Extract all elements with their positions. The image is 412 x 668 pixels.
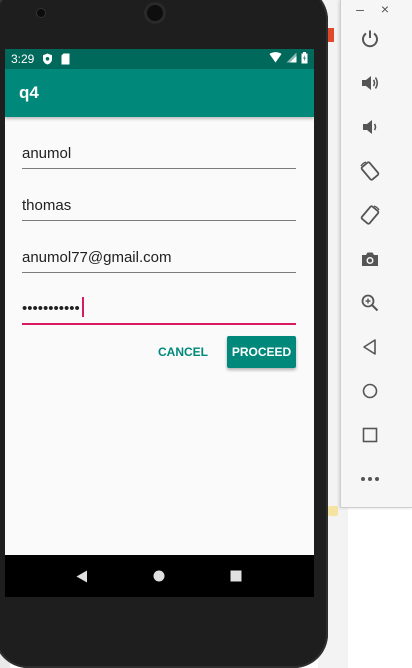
registration-form: anumol thomas anumol77@gmail.com •••••••… <box>5 117 314 325</box>
earpiece-speaker <box>144 2 166 24</box>
last-name-field[interactable]: thomas <box>22 169 296 221</box>
front-sensor <box>37 9 45 17</box>
power-icon[interactable] <box>356 25 384 53</box>
recents-icon[interactable] <box>224 555 248 597</box>
wifi-icon <box>269 52 282 66</box>
volume-down-icon[interactable] <box>356 113 384 141</box>
proceed-button[interactable]: PROCEED <box>227 336 296 368</box>
password-dots: ••••••••••• <box>22 300 80 317</box>
signal-icon <box>286 52 297 66</box>
form-actions: CANCEL PROCEED <box>5 336 314 368</box>
status-bar: 3:29 <box>5 49 314 69</box>
rotate-left-icon[interactable] <box>356 157 384 185</box>
shield-icon <box>42 53 53 65</box>
email-value: anumol77@gmail.com <box>22 249 172 266</box>
battery-icon <box>301 51 308 67</box>
home-icon[interactable] <box>147 555 171 597</box>
text-cursor <box>81 297 84 317</box>
status-right-icons <box>269 51 308 67</box>
app-title: q4 <box>19 83 39 102</box>
password-value: ••••••••••• <box>22 297 84 317</box>
rotate-right-icon[interactable] <box>356 201 384 229</box>
home-icon[interactable] <box>356 377 384 405</box>
status-time: 3:29 <box>11 52 35 66</box>
device-screen: 3:29 q4 anumol thomas anumol77@gmail.com… <box>5 49 314 597</box>
back-icon[interactable] <box>356 333 384 361</box>
navigation-bar <box>5 555 314 597</box>
volume-up-icon[interactable] <box>356 69 384 97</box>
app-bar: q4 <box>5 69 314 117</box>
first-name-value: anumol <box>22 145 72 162</box>
background-window-icon <box>327 28 334 42</box>
emulator-toolbar: – × <box>340 0 412 508</box>
camera-icon[interactable] <box>356 245 384 273</box>
sd-card-icon <box>61 53 70 65</box>
overview-icon[interactable] <box>356 421 384 449</box>
last-name-value: thomas <box>22 197 72 214</box>
password-field[interactable]: ••••••••••• <box>22 273 296 325</box>
minimize-icon[interactable]: – <box>354 0 366 18</box>
more-icon[interactable] <box>356 465 384 493</box>
close-icon[interactable]: × <box>378 0 392 18</box>
zoom-icon[interactable] <box>356 289 384 317</box>
first-name-field[interactable]: anumol <box>22 117 296 169</box>
toolbar-window-controls: – × <box>341 0 412 18</box>
back-icon[interactable] <box>70 555 94 597</box>
email-field[interactable]: anumol77@gmail.com <box>22 221 296 273</box>
cancel-button[interactable]: CANCEL <box>151 336 215 368</box>
background-window-icon-2 <box>328 506 338 516</box>
